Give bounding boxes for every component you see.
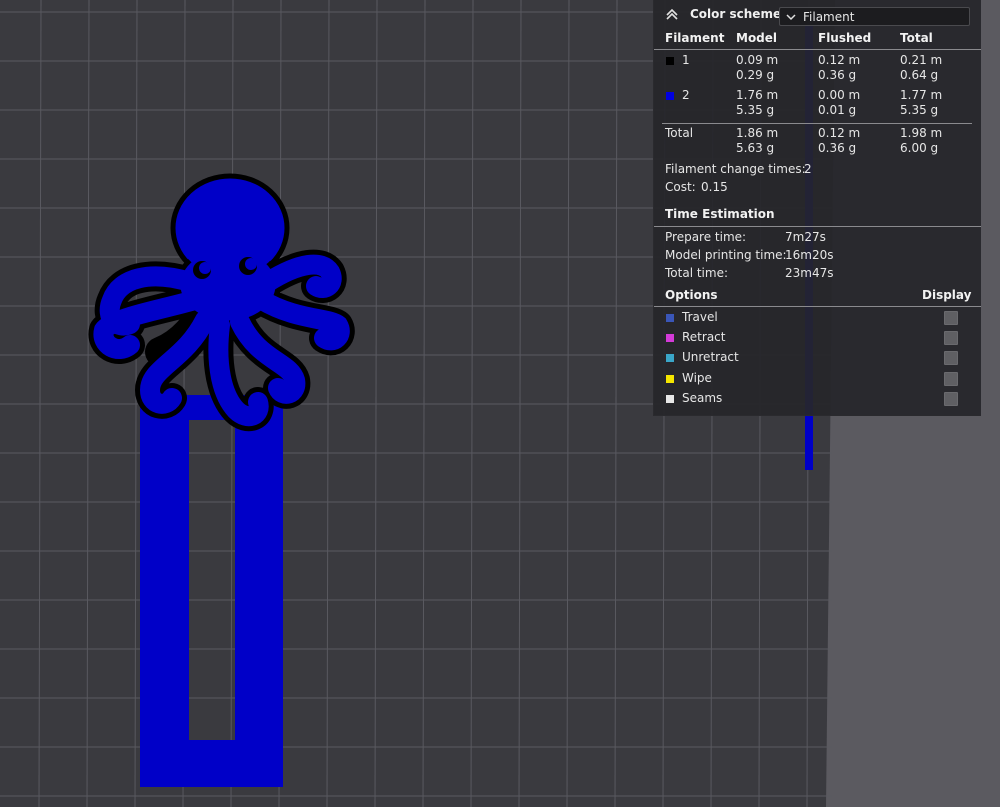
col-header-model: Model (736, 31, 778, 45)
retract-display-checkbox[interactable] (944, 331, 958, 345)
filament-change-label: Filament change times: (665, 162, 806, 176)
filament-2-flushed-g: 0.01 g (818, 103, 857, 117)
total-flushed-m: 0.12 m (818, 126, 861, 140)
filament-1-model-m: 0.09 m (736, 53, 779, 67)
col-header-flushed: Flushed (818, 31, 872, 45)
gcode-legend-panel: Color scheme Filament Filament Model Flu… (653, 0, 981, 416)
total-label: Total (665, 126, 694, 140)
travel-label: Travel (682, 310, 718, 324)
seams-label: Seams (682, 391, 723, 405)
time-divider (654, 226, 981, 227)
options-divider (654, 306, 981, 307)
total-divider (662, 123, 972, 124)
filament-1-flushed-m: 0.12 m (818, 53, 861, 67)
model-printing-time-value: 16m20s (785, 248, 834, 262)
chevron-down-icon (786, 14, 796, 21)
travel-display-checkbox[interactable] (944, 311, 958, 325)
color-scheme-label: Color scheme (690, 7, 782, 21)
retract-swatch (666, 334, 674, 342)
filament-1-model-g: 0.29 g (736, 68, 775, 82)
model-printing-time-label: Model printing time: (665, 248, 787, 262)
seams-swatch (666, 395, 674, 403)
wipe-label: Wipe (682, 371, 712, 385)
filament-1-id: 1 (682, 53, 690, 67)
filament-1-swatch (666, 57, 674, 65)
filament-2-model-m: 1.76 m (736, 88, 779, 102)
cost-label: Cost: (665, 180, 696, 194)
prepare-time-label: Prepare time: (665, 230, 747, 244)
unretract-label: Unretract (682, 350, 739, 364)
filament-1-total-m: 0.21 m (900, 53, 943, 67)
color-scheme-value: Filament (803, 10, 855, 24)
total-flushed-g: 0.36 g (818, 141, 857, 155)
total-model-m: 1.86 m (736, 126, 779, 140)
total-total-m: 1.98 m (900, 126, 943, 140)
filament-2-flushed-m: 0.00 m (818, 88, 861, 102)
col-header-total: Total (900, 31, 933, 45)
options-title: Options (665, 288, 718, 302)
cost-value: 0.15 (701, 180, 728, 194)
header-divider (654, 49, 981, 50)
col-header-filament: Filament (665, 31, 725, 45)
filament-1-total-g: 0.64 g (900, 68, 939, 82)
filament-1-flushed-g: 0.36 g (818, 68, 857, 82)
display-column-label: Display (922, 288, 972, 302)
filament-2-model-g: 5.35 g (736, 103, 775, 117)
filament-2-total-m: 1.77 m (900, 88, 943, 102)
total-time-label: Total time: (665, 266, 728, 280)
total-time-value: 23m47s (785, 266, 834, 280)
legend-header: Color scheme Filament (654, 0, 981, 32)
filament-change-value: 2 (804, 162, 812, 176)
total-total-g: 6.00 g (900, 141, 939, 155)
filament-2-swatch (666, 92, 674, 100)
time-estimation-title: Time Estimation (665, 207, 775, 221)
color-scheme-select[interactable]: Filament (779, 7, 970, 26)
wipe-swatch (666, 375, 674, 383)
retract-label: Retract (682, 330, 726, 344)
collapse-chevrons-icon[interactable] (664, 6, 680, 22)
wipe-display-checkbox[interactable] (944, 372, 958, 386)
filament-2-total-g: 5.35 g (900, 103, 939, 117)
unretract-swatch (666, 354, 674, 362)
unretract-display-checkbox[interactable] (944, 351, 958, 365)
total-model-g: 5.63 g (736, 141, 775, 155)
travel-swatch (666, 314, 674, 322)
filament-2-id: 2 (682, 88, 690, 102)
seams-display-checkbox[interactable] (944, 392, 958, 406)
prepare-time-value: 7m27s (785, 230, 826, 244)
